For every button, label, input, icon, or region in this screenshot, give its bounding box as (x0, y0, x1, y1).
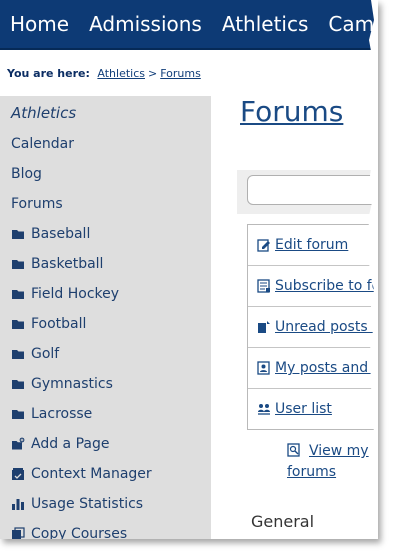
nav-athletics[interactable]: Athletics (212, 0, 319, 49)
unread-posts-link[interactable]: Unread posts a (248, 307, 378, 348)
sidebar-item-golf[interactable]: Golf (11, 342, 59, 366)
copy-icon (12, 527, 25, 539)
my-posts-icon (257, 361, 270, 375)
page-frame: Home Admissions Athletics Campu You are … (0, 0, 378, 539)
breadcrumb-separator: > (147, 67, 158, 80)
top-navigation: Home Admissions Athletics Campu (0, 0, 378, 50)
sidebar-item-label: Gymnastics (31, 376, 113, 392)
sidebar-item-label: Golf (31, 346, 60, 362)
sidebar-item-football[interactable]: Football (11, 312, 86, 336)
folder-icon (12, 380, 24, 389)
sidebar-item-label: Football (31, 316, 87, 332)
bar-chart-icon (12, 499, 24, 510)
sidebar-item-label: Copy Courses (31, 526, 128, 539)
sidebar-item-add-a-page[interactable]: Add a Page (11, 432, 109, 456)
folder-icon (12, 230, 24, 239)
user-list-icon (258, 404, 270, 415)
subscribe-icon (257, 279, 270, 293)
edit-icon (257, 239, 270, 252)
breadcrumb-label: You are here: (7, 67, 90, 80)
sidebar-item-label: Usage Statistics (31, 496, 144, 512)
view-forums-icon (287, 443, 300, 457)
action-label: Edit forum (275, 237, 349, 253)
forum-actions-list: Edit forum Subscribe to fo Unread posts … (247, 224, 378, 430)
action-label: Unread posts a (275, 319, 378, 335)
sidebar-item-label: Blog (11, 166, 42, 182)
sidebar-item-label: Field Hockey (31, 286, 120, 302)
section-heading-general: General (251, 512, 315, 531)
sidebar-item-copy-courses[interactable]: Copy Courses (11, 522, 127, 539)
edit-forum-link[interactable]: Edit forum (248, 225, 378, 266)
user-list-link[interactable]: User list (248, 389, 378, 429)
action-label: User list (275, 401, 332, 417)
nav-admissions[interactable]: Admissions (79, 0, 212, 49)
sidebar-item-label: Add a Page (31, 436, 110, 452)
sidebar-item-label: Forums (11, 196, 63, 212)
sidebar-item-label: Lacrosse (31, 406, 93, 422)
sidebar-item-baseball[interactable]: Baseball (11, 222, 90, 246)
sidebar-item-label: Baseball (31, 226, 91, 242)
page-title[interactable]: Forums (240, 95, 343, 128)
unread-icon (258, 321, 270, 333)
breadcrumb: You are here: Athletics > Forums (7, 67, 201, 80)
context-manager-icon (12, 468, 24, 480)
action-label: My posts and r (275, 360, 378, 376)
breadcrumb-athletics-link[interactable]: Athletics (97, 67, 145, 80)
view-my-forums-link[interactable]: View my forums (287, 441, 378, 483)
action-label: Subscribe to fo (275, 278, 378, 294)
sidebar-item-gymnastics[interactable]: Gymnastics (11, 372, 113, 396)
sidebar-item-label: Context Manager (31, 466, 152, 482)
torn-edge (368, 0, 378, 539)
sidebar-item-basketball[interactable]: Basketball (11, 252, 103, 276)
sidebar-item-label: Calendar (11, 136, 74, 152)
nav-home[interactable]: Home (0, 0, 79, 49)
folder-icon (12, 260, 24, 269)
breadcrumb-forums-link[interactable]: Forums (160, 67, 201, 80)
add-page-icon (12, 437, 25, 450)
sidebar-item-usage-statistics[interactable]: Usage Statistics (11, 492, 143, 516)
sidebar-item-context-manager[interactable]: Context Manager (11, 462, 152, 486)
subscribe-link[interactable]: Subscribe to fo (248, 266, 378, 307)
folder-icon (12, 410, 24, 419)
sidebar-item-label: Basketball (31, 256, 104, 272)
my-posts-link[interactable]: My posts and r (248, 348, 378, 389)
sidebar: Athletics Calendar Blog Forums Baseball … (0, 96, 211, 539)
folder-icon (12, 350, 24, 359)
sidebar-item-calendar[interactable]: Calendar (11, 132, 74, 156)
folder-icon (12, 320, 24, 329)
sidebar-item-field-hockey[interactable]: Field Hockey (11, 282, 119, 306)
sidebar-item-lacrosse[interactable]: Lacrosse (11, 402, 92, 426)
sidebar-item-blog[interactable]: Blog (11, 162, 42, 186)
sidebar-item-forums[interactable]: Forums (11, 192, 63, 216)
search-input[interactable] (247, 175, 378, 205)
folder-icon (12, 290, 24, 299)
search-bar (237, 170, 378, 214)
sidebar-heading[interactable]: Athletics (11, 104, 76, 122)
